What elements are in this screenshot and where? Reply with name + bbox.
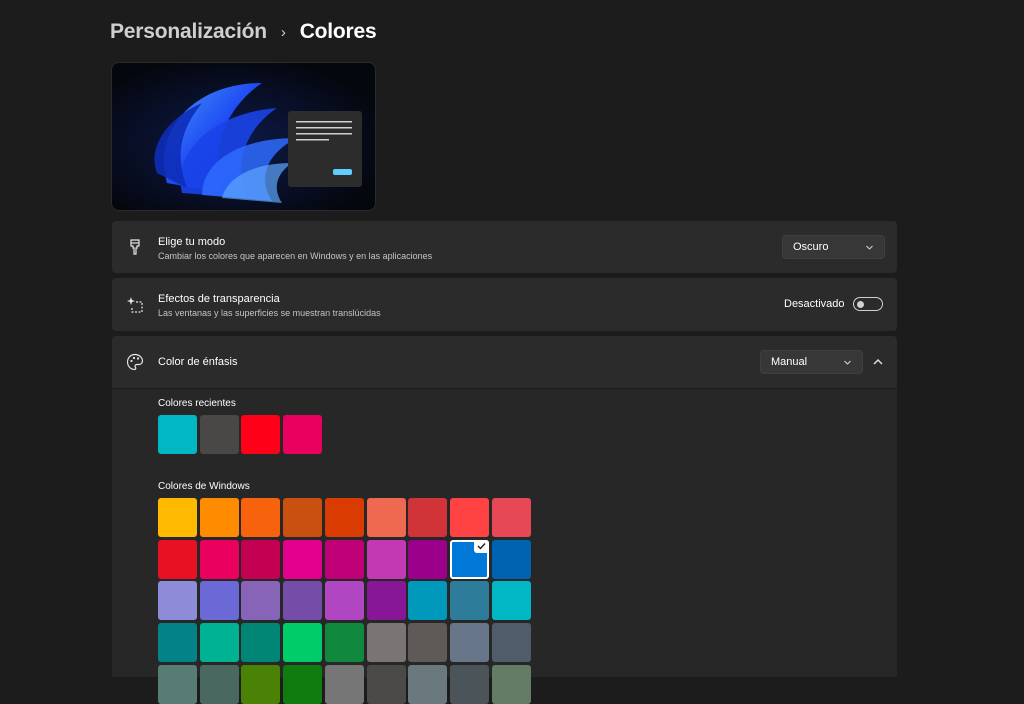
color-swatch[interactable] xyxy=(283,581,323,621)
color-swatch[interactable] xyxy=(199,664,239,704)
color-swatch[interactable] xyxy=(324,581,364,621)
color-swatch[interactable] xyxy=(449,581,489,621)
color-swatch[interactable] xyxy=(408,539,448,579)
color-swatch[interactable] xyxy=(241,581,281,621)
color-swatch[interactable] xyxy=(283,664,323,704)
transparency-toggle-label: Desactivado xyxy=(784,298,845,310)
color-swatch[interactable] xyxy=(324,498,364,537)
checkmark-icon xyxy=(473,539,489,553)
color-swatch[interactable] xyxy=(199,623,239,663)
color-swatch[interactable] xyxy=(158,664,197,704)
mode-dropdown-value: Oscuro xyxy=(793,241,829,253)
color-swatch[interactable] xyxy=(366,664,406,704)
accent-dropdown-value: Manual xyxy=(771,356,808,368)
color-swatch[interactable] xyxy=(283,539,323,579)
color-swatch[interactable] xyxy=(199,539,239,579)
color-swatch[interactable] xyxy=(491,581,531,621)
color-swatch[interactable] xyxy=(408,664,448,704)
windows-colors-label: Colores de Windows xyxy=(158,481,250,492)
transparency-setting-row: Efectos de transparencia Las ventanas y … xyxy=(112,278,897,331)
color-swatch[interactable] xyxy=(241,664,281,704)
mode-dropdown[interactable]: Oscuro xyxy=(782,235,885,259)
color-swatch[interactable] xyxy=(158,581,197,621)
recent-colors-label: Colores recientes xyxy=(158,398,236,409)
color-swatch[interactable] xyxy=(158,539,197,579)
chevron-down-icon xyxy=(844,360,851,365)
color-swatch[interactable] xyxy=(491,664,531,704)
color-swatch[interactable] xyxy=(241,539,281,579)
color-swatch[interactable] xyxy=(324,664,364,704)
color-swatch[interactable] xyxy=(199,415,239,454)
theme-preview xyxy=(111,62,376,211)
color-swatch[interactable] xyxy=(366,539,406,579)
color-swatch[interactable] xyxy=(241,415,281,454)
color-swatch[interactable] xyxy=(449,498,489,537)
color-swatch[interactable] xyxy=(324,623,364,663)
color-swatch[interactable] xyxy=(449,539,489,579)
color-swatch[interactable] xyxy=(283,415,323,454)
color-swatch[interactable] xyxy=(491,498,531,537)
color-swatch[interactable] xyxy=(449,664,489,704)
color-swatch[interactable] xyxy=(283,623,323,663)
color-swatch[interactable] xyxy=(408,581,448,621)
color-swatch[interactable] xyxy=(491,623,531,663)
page-title: Colores xyxy=(299,20,377,43)
accent-dropdown[interactable]: Manual xyxy=(760,350,863,374)
transparency-title: Efectos de transparencia xyxy=(158,293,280,305)
chevron-up-icon[interactable] xyxy=(871,355,885,369)
color-swatch[interactable] xyxy=(241,498,281,537)
color-swatch[interactable] xyxy=(241,623,281,663)
color-swatch[interactable] xyxy=(449,623,489,663)
breadcrumb-separator-icon: › xyxy=(280,23,286,41)
mode-title: Elige tu modo xyxy=(158,236,226,248)
color-swatch[interactable] xyxy=(491,539,531,579)
mode-description: Cambiar los colores que aparecen en Wind… xyxy=(158,251,433,261)
palette-icon xyxy=(126,353,144,371)
color-swatch[interactable] xyxy=(283,498,323,537)
color-swatch[interactable] xyxy=(158,498,197,537)
color-swatch[interactable] xyxy=(158,623,197,663)
color-swatch[interactable] xyxy=(366,623,406,663)
accent-color-row: Color de énfasis Manual xyxy=(112,336,897,388)
color-swatch[interactable] xyxy=(408,498,448,537)
color-swatch[interactable] xyxy=(324,539,364,579)
chevron-down-icon xyxy=(866,245,873,250)
sparkle-icon xyxy=(127,296,143,313)
color-swatch[interactable] xyxy=(366,581,406,621)
color-swatch[interactable] xyxy=(199,498,239,537)
toggle-knob xyxy=(857,300,864,308)
transparency-toggle[interactable] xyxy=(853,297,883,311)
mode-setting-row: Elige tu modo Cambiar los colores que ap… xyxy=(112,221,897,273)
color-swatch[interactable] xyxy=(366,498,406,537)
breadcrumb-parent[interactable]: Personalización xyxy=(110,20,267,44)
color-swatch[interactable] xyxy=(408,623,448,663)
color-swatch[interactable] xyxy=(158,415,197,454)
accent-title: Color de énfasis xyxy=(158,356,238,368)
color-swatch[interactable] xyxy=(199,581,239,621)
paintbrush-icon xyxy=(130,239,140,255)
transparency-description: Las ventanas y las superficies se muestr… xyxy=(158,308,381,318)
breadcrumb: Personalización › Colores xyxy=(110,20,377,44)
